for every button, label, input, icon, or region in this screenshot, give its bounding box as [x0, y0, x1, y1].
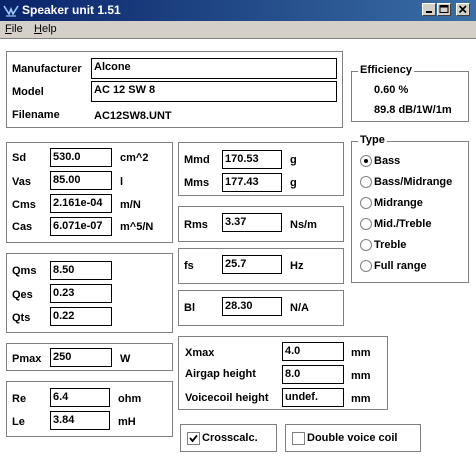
bl-field[interactable]: 28.30 — [222, 297, 282, 316]
mms-label: Mms — [184, 177, 210, 189]
title-bar[interactable]: Speaker unit 1.51 — [0, 0, 476, 21]
minimize-icon — [426, 11, 432, 13]
double-voice-coil-checkbox[interactable] — [292, 432, 305, 445]
manufacturer-field[interactable]: Alcone — [91, 58, 337, 79]
radio-bass[interactable] — [360, 155, 372, 167]
cas-field[interactable]: 6.071e-07 — [50, 217, 112, 236]
window-title: Speaker unit 1.51 — [22, 3, 121, 17]
cms-label: Cms — [12, 199, 36, 211]
airgap-label: Airgap height — [185, 368, 256, 380]
mmd-field[interactable]: 170.53 — [222, 150, 282, 169]
radio-full-range-label[interactable]: Full range — [374, 260, 427, 272]
fs-field[interactable]: 25.7 — [222, 255, 282, 274]
menu-file[interactable]: File — [5, 23, 23, 35]
sd-field[interactable]: 530.0 — [50, 148, 112, 167]
bl-label: Bl — [184, 302, 195, 314]
efficiency-percent: 0.60 % — [374, 84, 409, 96]
radio-mid-treble-label[interactable]: Mid./Treble — [374, 218, 431, 230]
mmd-unit: g — [290, 154, 297, 166]
efficiency-title: Efficiency — [358, 64, 414, 76]
cms-field[interactable]: 2.161e-04 — [50, 194, 112, 213]
double-voice-coil-label[interactable]: Double voice coil — [307, 432, 397, 444]
maximize-button[interactable] — [437, 3, 451, 16]
mms-unit: g — [290, 177, 297, 189]
fs-label: fs — [184, 260, 194, 272]
model-label: Model — [12, 86, 44, 98]
airgap-field[interactable]: 8.0 — [282, 365, 344, 384]
cas-label: Cas — [12, 221, 33, 233]
voicecoil-label: Voicecoil height — [185, 392, 269, 404]
voicecoil-unit: mm — [351, 393, 371, 405]
rms-unit: Ns/m — [290, 219, 317, 231]
vas-field[interactable]: 85.00 — [50, 171, 112, 190]
cas-unit: m^5/N — [120, 221, 154, 233]
menu-bar: File Help — [0, 21, 476, 38]
crosscalc-label[interactable]: Crosscalc. — [202, 432, 258, 444]
re-field[interactable]: 6.4 — [50, 388, 110, 407]
close-button[interactable] — [456, 3, 470, 16]
sd-label: Sd — [12, 152, 27, 164]
qts-field[interactable]: 0.22 — [50, 307, 112, 326]
airgap-unit: mm — [351, 370, 371, 382]
mmd-label: Mmd — [184, 154, 210, 166]
le-field[interactable]: 3.84 — [50, 411, 110, 430]
radio-bass-midrange-label[interactable]: Bass/Midrange — [374, 176, 452, 188]
type-title: Type — [358, 134, 387, 146]
crosscalc-checkbox[interactable] — [187, 432, 200, 445]
rms-field[interactable]: 3.37 — [222, 213, 282, 232]
mms-field[interactable]: 177.43 — [222, 173, 282, 192]
vas-label: Vas — [12, 176, 31, 188]
vas-unit: l — [120, 176, 124, 188]
le-unit: mH — [118, 416, 136, 428]
sd-unit: cm^2 — [120, 152, 149, 164]
pmax-label: Pmax — [12, 353, 42, 365]
pmax-unit: W — [120, 353, 131, 365]
qms-field[interactable]: 8.50 — [50, 261, 112, 280]
qes-label: Qes — [12, 289, 33, 301]
speaker-app-icon — [3, 3, 19, 18]
xmax-field[interactable]: 4.0 — [282, 342, 344, 361]
model-field[interactable]: AC 12 SW 8 — [91, 81, 337, 102]
radio-treble-label[interactable]: Treble — [374, 239, 406, 251]
qms-label: Qms — [12, 265, 37, 277]
efficiency-spl: 89.8 dB/1W/1m — [374, 104, 452, 116]
radio-bass-midrange[interactable] — [360, 176, 372, 188]
radio-mid-treble[interactable] — [360, 218, 372, 230]
re-label: Re — [12, 393, 27, 405]
fs-unit: Hz — [290, 260, 304, 272]
radio-treble[interactable] — [360, 239, 372, 251]
close-icon — [458, 5, 467, 14]
qes-field[interactable]: 0.23 — [50, 284, 112, 303]
pmax-field[interactable]: 250 — [50, 348, 112, 367]
radio-midrange-label[interactable]: Midrange — [374, 197, 423, 209]
re-unit: ohm — [118, 393, 142, 405]
checkmark-icon — [189, 434, 198, 443]
le-label: Le — [12, 416, 25, 428]
manufacturer-label: Manufacturer — [12, 63, 82, 75]
filename-label: Filename — [12, 109, 60, 121]
filename-value: AC12SW8.UNT — [94, 110, 172, 122]
radio-bass-label[interactable]: Bass — [374, 155, 400, 167]
menu-help[interactable]: Help — [34, 23, 57, 35]
cms-unit: m/N — [120, 199, 141, 211]
radio-full-range[interactable] — [360, 260, 372, 272]
xmax-label: Xmax — [185, 347, 215, 359]
bl-unit: N/A — [290, 302, 309, 314]
voicecoil-field[interactable]: undef. — [282, 388, 344, 407]
minimize-button[interactable] — [422, 3, 436, 16]
qts-label: Qts — [12, 312, 31, 324]
radio-midrange[interactable] — [360, 197, 372, 209]
rms-label: Rms — [184, 219, 208, 231]
maximize-icon — [439, 5, 449, 13]
xmax-unit: mm — [351, 347, 371, 359]
